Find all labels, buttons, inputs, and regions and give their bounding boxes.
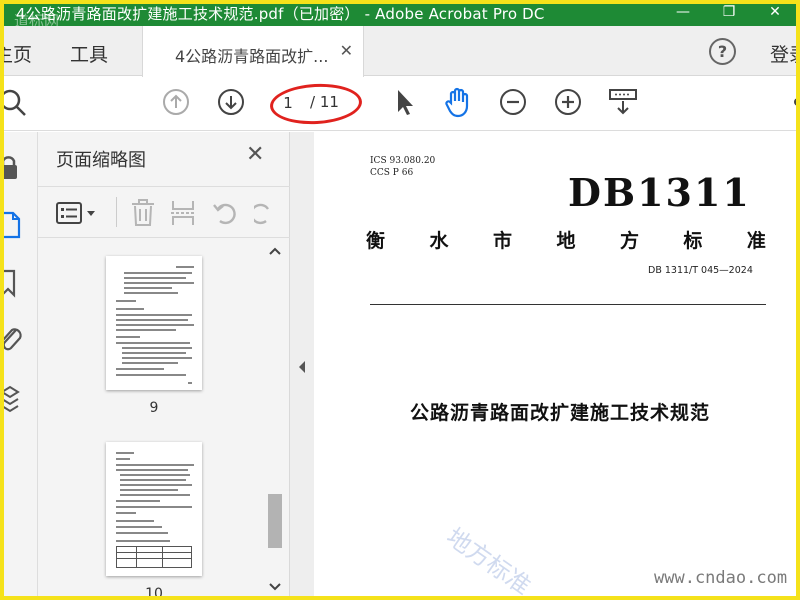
page-thumbnails-icon[interactable] (0, 210, 26, 240)
page-thumbnail-10[interactable] (106, 442, 202, 576)
menu-home[interactable]: 主页 (0, 40, 32, 67)
document-view[interactable]: ICS 93.080.20 CCS P 66 DB1311 衡 水 市 地 方 … (314, 132, 800, 600)
thumbnail-panel: 页面缩略图 ✕ 9 10 (38, 132, 290, 600)
rotate-clockwise-icon[interactable] (254, 199, 274, 227)
minimize-button[interactable]: — (660, 0, 706, 26)
thumbnail-scrollbar[interactable] (264, 240, 286, 600)
issuer-char: 市 (492, 230, 512, 252)
menu-bar: 主页 工具 (0, 26, 800, 76)
panel-collapse-strip[interactable] (290, 132, 314, 600)
rotate-counterclockwise-icon[interactable] (212, 199, 240, 227)
db-standard-code: DB1311 (568, 170, 751, 215)
menu-tools[interactable]: 工具 (70, 40, 108, 67)
page-thumbnail-9[interactable] (106, 256, 202, 390)
collapse-arrow-icon[interactable] (298, 360, 306, 374)
layers-icon[interactable] (0, 384, 24, 416)
thumbnail-options-icon[interactable] (56, 201, 100, 225)
scroll-up-icon[interactable] (269, 246, 281, 256)
select-cursor-icon[interactable] (394, 87, 416, 117)
standard-issuer-title: 衡 水 市 地 方 标 准 (366, 226, 766, 253)
attachment-icon[interactable] (0, 324, 24, 354)
close-window-button[interactable]: ✕ (752, 0, 798, 26)
tab-close-button[interactable]: ✕ (340, 41, 353, 60)
left-navigation-rail (0, 132, 38, 600)
toolbar-divider (116, 197, 117, 227)
zoom-in-icon[interactable] (554, 88, 582, 116)
document-tab-label: 4公路沥青路面改扩... (175, 47, 329, 66)
document-title: 公路沥青路面改扩建施工技术规范 (410, 402, 711, 424)
issuer-char: 准 (746, 230, 766, 252)
delete-page-icon[interactable] (130, 199, 156, 227)
more-tools-icon[interactable] (792, 96, 800, 108)
ccs-code: CCS P 66 (370, 168, 414, 178)
zoom-out-icon[interactable] (499, 88, 527, 116)
scrollbar-thumb[interactable] (268, 494, 282, 548)
title-bar: 4公路沥青路面改扩建施工技术规范.pdf（已加密） - Adobe Acroba… (0, 0, 800, 30)
window-title: 4公路沥青路面改扩建施工技术规范.pdf（已加密） - Adobe Acroba… (16, 5, 545, 23)
search-icon[interactable] (0, 88, 30, 118)
title-divider (370, 304, 766, 305)
url-watermark: www.cndao.com (654, 568, 788, 588)
document-tab[interactable]: 4公路沥青路面改扩... ✕ (142, 26, 364, 77)
ics-code: ICS 93.080.20 (370, 156, 436, 166)
next-page-icon[interactable] (217, 88, 245, 116)
thumbnail-toolbar (38, 186, 290, 238)
extract-page-icon[interactable] (171, 199, 197, 227)
thumbnail-panel-close-button[interactable]: ✕ (246, 142, 264, 167)
thumbnail-label: 10 (145, 586, 163, 600)
issuer-char: 地 (556, 230, 576, 252)
help-icon[interactable]: ? (709, 38, 736, 65)
thumbnail-panel-title: 页面缩略图 (56, 150, 146, 171)
hand-tool-icon[interactable] (442, 86, 474, 118)
restore-button[interactable]: ❐ (706, 0, 752, 26)
diagonal-watermark: 地方标准 (441, 522, 536, 600)
issuer-char: 衡 (366, 230, 386, 252)
standard-number: DB 1311/T 045—2024 (648, 265, 753, 276)
login-button[interactable]: 登录 (770, 40, 800, 67)
bookmark-icon[interactable] (0, 268, 22, 298)
lock-icon[interactable] (0, 152, 22, 182)
previous-page-icon[interactable] (162, 88, 190, 116)
issuer-char: 方 (619, 230, 639, 252)
page-width-icon[interactable] (608, 87, 638, 117)
issuer-char: 标 (683, 230, 703, 252)
scroll-down-icon[interactable] (269, 582, 281, 592)
issuer-char: 水 (429, 230, 449, 252)
thumbnail-label: 9 (149, 400, 159, 416)
